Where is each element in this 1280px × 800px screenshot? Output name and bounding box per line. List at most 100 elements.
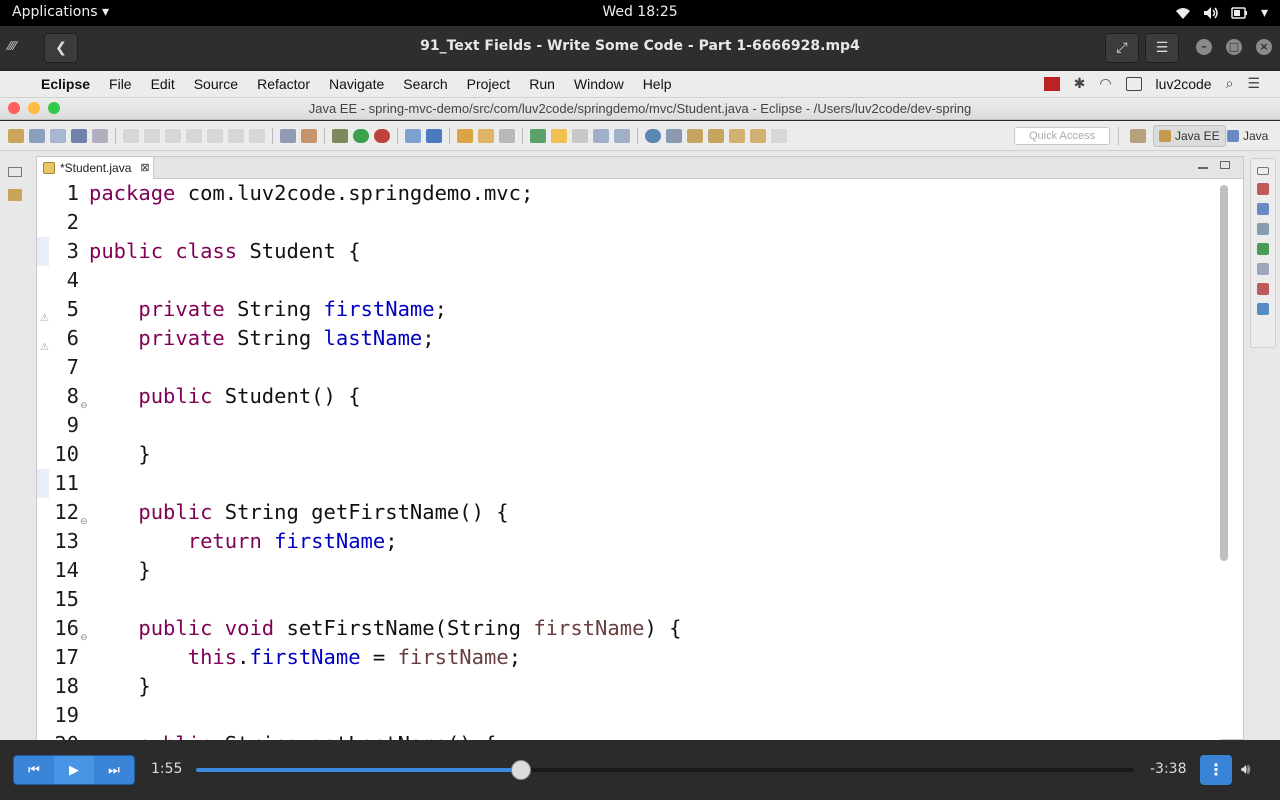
close-icon[interactable]: ⊠ xyxy=(140,161,149,180)
new-icon[interactable] xyxy=(8,129,24,143)
code-line: 6 ⚠ private String lastName; xyxy=(37,324,1220,353)
annotation-next-icon[interactable] xyxy=(666,129,682,143)
volume-button[interactable]: 🔊︎ xyxy=(1241,760,1250,778)
system-tray[interactable]: ▾ xyxy=(1175,5,1268,21)
line-number: 13 xyxy=(54,529,79,553)
paragraph-icon[interactable] xyxy=(614,129,630,143)
forward-icon[interactable] xyxy=(771,129,787,143)
quick-access-input[interactable]: Quick Access xyxy=(1014,127,1110,145)
fullscreen-button[interactable]: ⤢ xyxy=(1105,33,1139,63)
web-browser-icon[interactable] xyxy=(645,129,661,143)
block-select-icon[interactable] xyxy=(572,129,588,143)
minimize-editor-button[interactable] xyxy=(1198,161,1208,169)
seek-bar-handle[interactable] xyxy=(511,760,531,780)
close-button[interactable]: × xyxy=(1256,39,1272,55)
open-perspective-icon[interactable] xyxy=(1130,129,1146,143)
menu-source[interactable]: Source xyxy=(194,76,238,92)
next-button[interactable]: ⏭ xyxy=(94,756,134,784)
restore-icon[interactable] xyxy=(1257,167,1269,175)
code-token: firstName xyxy=(323,297,435,321)
step-over-icon[interactable] xyxy=(228,129,244,143)
search-icon[interactable]: ⌕ xyxy=(1226,75,1234,92)
save-all-icon[interactable] xyxy=(50,129,66,143)
highlight-icon[interactable] xyxy=(551,129,567,143)
snippets-icon[interactable] xyxy=(1257,283,1269,295)
menu-window[interactable]: Window xyxy=(574,76,624,92)
print-icon[interactable] xyxy=(71,129,87,143)
eclipse-toolbar: Quick Access Java EE Java xyxy=(0,121,1280,151)
new-server-icon[interactable] xyxy=(405,129,421,143)
menu-button[interactable]: ☰ xyxy=(1145,33,1179,63)
perspective-java-ee[interactable]: Java EE xyxy=(1153,125,1226,147)
previous-annotation-icon[interactable] xyxy=(708,129,724,143)
task-list-icon[interactable] xyxy=(1257,203,1269,215)
menu-project[interactable]: Project xyxy=(467,76,511,92)
run-icon[interactable] xyxy=(353,129,369,143)
project-explorer-icon[interactable] xyxy=(8,189,22,201)
search-icon[interactable] xyxy=(499,129,515,143)
wifi-icon[interactable]: ◠ xyxy=(1099,75,1111,92)
list-icon[interactable]: ☰ xyxy=(1247,75,1260,92)
menu-search[interactable]: Search xyxy=(403,76,447,92)
code-editor[interactable]: 1 package com.luv2code.springdemo.mvc; 2 3 p… xyxy=(37,179,1220,740)
line-number: 4 xyxy=(66,268,79,292)
menu-eclipse[interactable]: Eclipse xyxy=(41,76,90,92)
last-edit-icon[interactable] xyxy=(729,129,745,143)
skip-breakpoints-icon[interactable] xyxy=(92,129,108,143)
back-icon[interactable] xyxy=(750,129,766,143)
line-number: 12 xyxy=(54,500,79,524)
show-whitespace-icon[interactable] xyxy=(593,129,609,143)
tab-student-java[interactable]: *Student.java ⊠ xyxy=(37,157,154,180)
maximize-editor-button[interactable] xyxy=(1220,161,1230,169)
step-return-icon[interactable] xyxy=(249,129,265,143)
battery-icon[interactable] xyxy=(1125,76,1142,91)
open-type-icon[interactable] xyxy=(457,129,473,143)
menu-file[interactable]: File xyxy=(109,76,132,92)
server-icon[interactable] xyxy=(301,129,317,143)
menu-edit[interactable]: Edit xyxy=(151,76,175,92)
maximize-button[interactable]: □ xyxy=(1226,39,1242,55)
suspend-icon[interactable] xyxy=(144,129,160,143)
terminate-icon[interactable] xyxy=(165,129,181,143)
previous-button[interactable]: ⏮ xyxy=(14,756,54,784)
debug-icon[interactable] xyxy=(332,129,348,143)
code-token: firstName xyxy=(274,529,386,553)
code-line: 10 } xyxy=(37,440,1220,469)
bluetooth-icon[interactable]: ✱ xyxy=(1074,75,1086,92)
new-java-class-icon[interactable] xyxy=(426,129,442,143)
data-source-icon[interactable] xyxy=(1257,263,1269,275)
record-icon[interactable] xyxy=(1043,76,1060,91)
restore-icon[interactable] xyxy=(8,167,22,177)
step-into-icon[interactable] xyxy=(207,129,223,143)
menu-navigate[interactable]: Navigate xyxy=(329,76,384,92)
open-task-icon[interactable] xyxy=(478,129,494,143)
resume-icon[interactable] xyxy=(123,129,139,143)
player-menu-button[interactable]: ⋮ xyxy=(1200,755,1232,785)
console-icon[interactable] xyxy=(1257,303,1269,315)
java-ee-icon xyxy=(1159,130,1171,142)
menu-run[interactable]: Run xyxy=(529,76,555,92)
menu-help[interactable]: Help xyxy=(643,76,672,92)
user-name[interactable]: luv2code xyxy=(1156,76,1212,92)
format-icon[interactable] xyxy=(280,129,296,143)
line-number: 2 xyxy=(66,210,79,234)
disconnect-icon[interactable] xyxy=(186,129,202,143)
perspective-java[interactable]: Java xyxy=(1222,125,1273,147)
toggle-mark-icon[interactable] xyxy=(530,129,546,143)
next-annotation-icon[interactable] xyxy=(687,129,703,143)
code-line: 7 xyxy=(37,353,1220,382)
external-tools-icon[interactable] xyxy=(374,129,390,143)
menu-refactor[interactable]: Refactor xyxy=(257,76,310,92)
clock[interactable]: Wed 18:25 xyxy=(0,4,1280,20)
line-number: 3 xyxy=(66,239,79,263)
save-icon[interactable] xyxy=(29,129,45,143)
servers-icon[interactable] xyxy=(1257,243,1269,255)
volume-icon xyxy=(1203,7,1218,19)
play-button[interactable]: ▶ xyxy=(54,756,94,784)
minimize-button[interactable]: – xyxy=(1196,39,1212,55)
properties-icon[interactable] xyxy=(1257,223,1269,235)
code-token: com.luv2code.springdemo.mvc; xyxy=(175,181,534,205)
editor-vertical-scrollbar[interactable] xyxy=(1220,185,1228,561)
outline-icon[interactable] xyxy=(1257,183,1269,195)
